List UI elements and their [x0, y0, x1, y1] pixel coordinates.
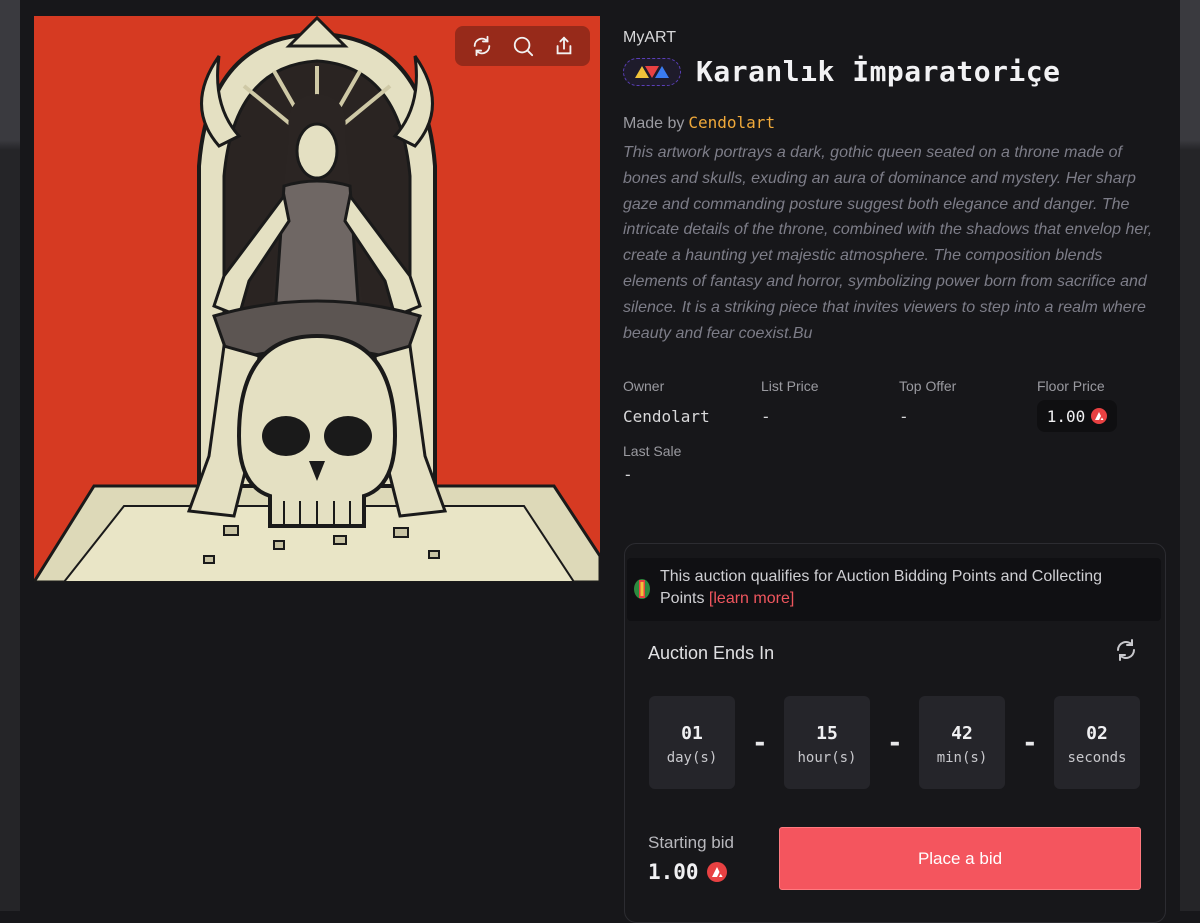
nft-description: This artwork portrays a dark, gothic que…	[623, 144, 1153, 342]
left-edge-panel	[0, 0, 20, 911]
starting-bid-label: Starting bid	[648, 833, 734, 852]
top-offer-value: -	[899, 407, 909, 426]
auction-ends-label: Auction Ends In	[648, 643, 775, 663]
countdown-separator: -	[1022, 728, 1038, 758]
floor-price-pill: 1.00	[1037, 400, 1117, 432]
countdown-refresh-icon[interactable]	[1114, 638, 1140, 664]
starting-bid-value: 1.00	[648, 860, 699, 884]
place-bid-button[interactable]: Place a bid	[779, 827, 1141, 890]
points-text: This auction qualifies for Auction Biddi…	[660, 566, 1150, 610]
chain-badge	[623, 58, 681, 86]
chain-logo-icon	[635, 66, 669, 78]
countdown-seconds-value: 02	[1086, 723, 1108, 744]
last-sale-value: -	[623, 465, 633, 484]
countdown-minutes-value: 42	[951, 723, 973, 744]
countdown-seconds-unit: seconds	[1067, 750, 1127, 766]
nft-artwork-image[interactable]	[34, 16, 600, 582]
countdown-hours: 15 hour(s)	[784, 696, 870, 789]
nft-title: Karanlık İmparatoriçe	[696, 55, 1061, 88]
refresh-icon[interactable]	[467, 31, 497, 61]
share-icon[interactable]	[549, 31, 579, 61]
collection-name[interactable]: MyART	[623, 29, 676, 47]
made-by-line: Made by Cendolart	[623, 113, 775, 133]
avax-icon	[706, 862, 727, 882]
avax-icon	[1091, 408, 1108, 424]
owner-value[interactable]: Cendolart	[623, 407, 710, 426]
countdown-days-value: 01	[681, 723, 703, 744]
list-price-label: List Price	[761, 378, 819, 394]
made-by-label: Made by	[623, 115, 685, 132]
countdown-minutes-unit: min(s)	[936, 750, 988, 766]
countdown-separator: -	[752, 728, 768, 758]
points-badge-icon	[632, 576, 652, 605]
list-price-value: -	[761, 407, 771, 426]
owner-label: Owner	[623, 378, 665, 394]
countdown-separator: -	[887, 728, 903, 758]
countdown-seconds: 02 seconds	[1054, 696, 1140, 789]
floor-price-value: 1.00	[1046, 406, 1086, 426]
learn-more-link[interactable]: [learn more]	[709, 590, 794, 607]
countdown-days-unit: day(s)	[666, 750, 718, 766]
countdown-hours-unit: hour(s)	[797, 750, 857, 766]
countdown-days: 01 day(s)	[649, 696, 735, 789]
artwork-toolbar	[455, 26, 590, 66]
last-sale-label: Last Sale	[623, 443, 682, 459]
creator-link[interactable]: Cendolart	[688, 113, 775, 132]
starting-bid: 1.00	[648, 860, 727, 884]
countdown-minutes: 42 min(s)	[919, 696, 1005, 789]
right-edge-panel	[1180, 0, 1200, 911]
floor-price-label: Floor Price	[1037, 378, 1105, 394]
countdown-hours-value: 15	[816, 723, 838, 744]
search-icon[interactable]	[508, 31, 538, 61]
top-offer-label: Top Offer	[899, 378, 957, 394]
